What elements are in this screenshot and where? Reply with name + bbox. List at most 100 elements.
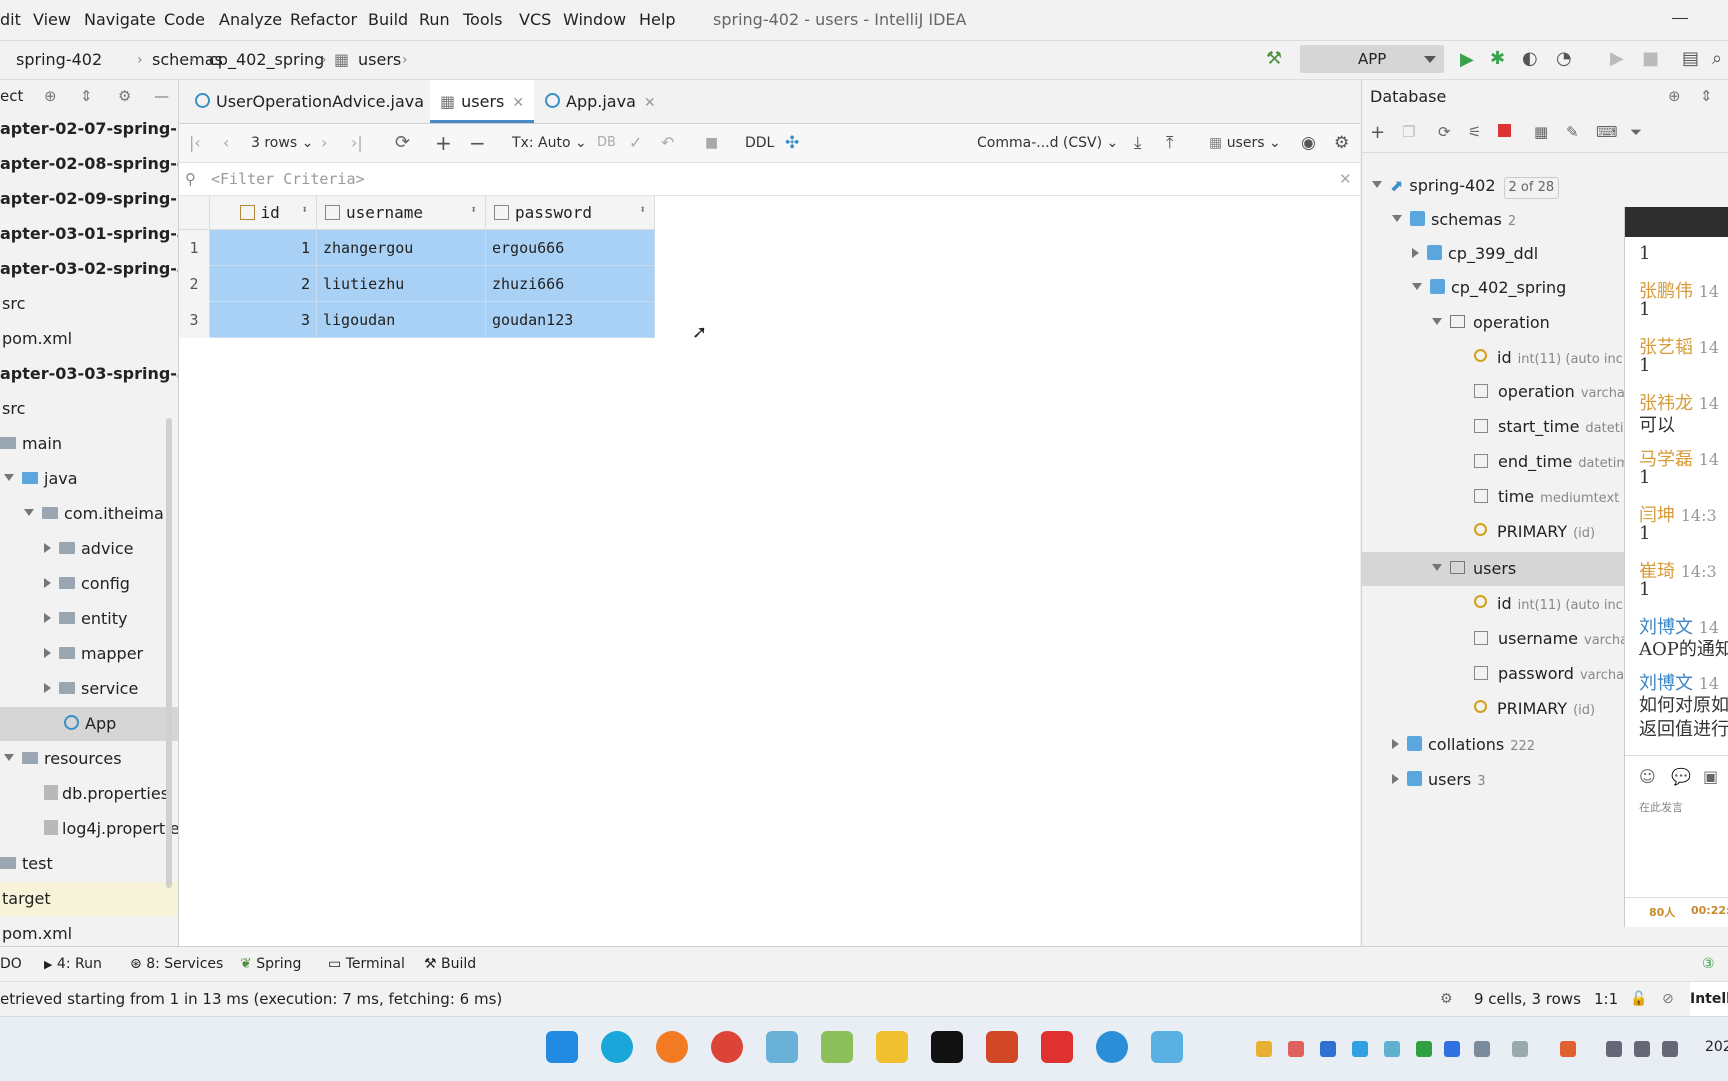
sort-icon[interactable]: ⬍ — [470, 203, 477, 216]
debug-icon[interactable]: ✱ — [1490, 49, 1505, 69]
tool-services[interactable]: ⊛ 8: Services — [130, 947, 223, 981]
input-method-icon[interactable] — [1512, 1041, 1528, 1057]
tree-item-file[interactable]: db.properties — [44, 777, 169, 811]
scrollbar[interactable] — [166, 418, 172, 888]
tool-terminal[interactable]: ▭ Terminal — [328, 947, 405, 981]
gear-icon[interactable]: ⚙ — [1334, 124, 1349, 162]
gear-icon[interactable]: ⚙ — [118, 80, 131, 112]
tree-item-src[interactable]: src — [2, 287, 25, 321]
app-icon[interactable] — [821, 1031, 853, 1063]
tree-item-index[interactable]: PRIMARY (id) — [1474, 692, 1595, 726]
cell-password[interactable]: goudan123 — [485, 301, 655, 338]
tray-icon[interactable] — [1256, 1041, 1272, 1057]
menu-help[interactable]: Help — [639, 0, 675, 40]
tree-item-column[interactable]: id int(11) (auto inc — [1474, 587, 1623, 621]
menu-navigate[interactable]: Navigate — [84, 0, 156, 40]
firefox-icon[interactable] — [656, 1031, 688, 1063]
tool-build[interactable]: ⚒ Build — [424, 947, 476, 981]
prev-page-icon[interactable]: ‹ — [223, 124, 229, 162]
stop-icon[interactable]: ■ — [1642, 49, 1659, 69]
table-row[interactable]: 1 1 zhangergou ergou666 — [179, 229, 655, 266]
tree-item-file[interactable]: log4j.properties — [44, 812, 178, 846]
cloud-app-icon[interactable] — [1151, 1031, 1183, 1063]
clock[interactable]: 202 — [1705, 1039, 1728, 1055]
tree-item-src[interactable]: src — [2, 392, 25, 426]
cell-id[interactable]: 3 — [209, 301, 317, 338]
tray-icon[interactable] — [1288, 1041, 1304, 1057]
tree-item-resources[interactable]: resources — [4, 742, 122, 776]
tray-icon[interactable] — [1384, 1041, 1400, 1057]
table-icon[interactable]: ▦ — [1534, 123, 1548, 141]
file-explorer-icon[interactable] — [876, 1031, 908, 1063]
column-header-id[interactable]: id ⬍ — [209, 196, 317, 230]
tree-item-module[interactable]: apter-03-02-spring-aop — [0, 252, 178, 286]
run-config-select[interactable]: APP — [1300, 45, 1444, 73]
tool-spring[interactable]: ❦ Spring — [240, 947, 301, 981]
tree-item-package[interactable]: config — [44, 567, 130, 601]
cell-username[interactable]: liutiezhu — [316, 265, 486, 302]
image-icon[interactable]: ▣ — [1703, 767, 1718, 786]
console-icon[interactable]: ⌨ — [1596, 123, 1618, 141]
intellij-icon[interactable] — [931, 1031, 963, 1063]
project-view-select[interactable]: ect — [0, 80, 23, 112]
cell-password[interactable]: ergou666 — [485, 229, 655, 266]
upload-icon[interactable]: ⤒ — [1166, 124, 1174, 162]
tree-item-package[interactable]: service — [44, 672, 138, 706]
tree-item-collations[interactable]: collations 222 — [1392, 728, 1535, 762]
tab-app-java[interactable]: App.java ✕ — [539, 80, 662, 123]
filter-criteria-input[interactable]: ⚲ <Filter Criteria> ✕ — [179, 163, 1360, 196]
menu-vcs[interactable]: VCS — [519, 0, 551, 40]
menu-tools[interactable]: Tools — [463, 0, 502, 40]
pin-icon[interactable]: ✣ — [785, 124, 799, 162]
tree-item-column[interactable]: username varcha — [1474, 622, 1628, 656]
menu-code[interactable]: Code — [164, 0, 205, 40]
edge-icon[interactable] — [601, 1031, 633, 1063]
add-icon[interactable]: + — [1370, 122, 1385, 143]
cell-password[interactable]: zhuzi666 — [485, 265, 655, 302]
tree-item-module[interactable]: apter-02-08-spring-di-a — [0, 147, 178, 181]
tree-item-main[interactable]: main — [0, 427, 62, 461]
row-number[interactable]: 3 — [179, 301, 210, 338]
ddl-button[interactable]: DDL — [745, 124, 774, 162]
breadcrumb-table[interactable]: users — [358, 41, 401, 79]
cell-username[interactable]: ligoudan — [316, 301, 486, 338]
intellij-badge[interactable]: Intelli — [1690, 982, 1728, 1016]
tray-icon[interactable] — [1560, 1041, 1576, 1057]
tree-item-table[interactable]: users — [1432, 552, 1516, 586]
tool-run[interactable]: ▶ 4: Run — [44, 947, 102, 982]
tree-item-package[interactable]: mapper — [44, 637, 143, 671]
app-icon[interactable] — [766, 1031, 798, 1063]
tab-users[interactable]: ▦ users ✕ — [430, 80, 535, 123]
close-icon[interactable]: ✕ — [512, 95, 524, 111]
tree-item-index[interactable]: PRIMARY (id) — [1474, 515, 1595, 549]
locate-icon[interactable]: ⊕ — [44, 80, 57, 112]
menu-refactor[interactable]: Refactor — [290, 0, 357, 40]
row-number[interactable]: 2 — [179, 265, 210, 302]
microphone-icon[interactable] — [1474, 1041, 1490, 1057]
tree-item-schemas[interactable]: schemas 2 — [1392, 203, 1516, 237]
collapse-icon[interactable]: ⇕ — [1700, 87, 1713, 105]
clear-icon[interactable]: ✕ — [1339, 163, 1352, 195]
cell-id[interactable]: 1 — [209, 229, 317, 266]
stop-icon[interactable] — [1498, 124, 1511, 137]
tray-icon[interactable] — [1320, 1041, 1336, 1057]
event-log-icon[interactable]: ③ — [1702, 947, 1715, 981]
tree-item-column[interactable]: time mediumtext — [1474, 480, 1619, 514]
search-everywhere-icon[interactable]: ⌕ — [1712, 49, 1722, 69]
commit-icon[interactable]: ✓ — [629, 124, 642, 162]
chrome-icon[interactable] — [711, 1031, 743, 1063]
no-entry-icon[interactable]: ⊘ — [1662, 982, 1674, 1016]
first-page-icon[interactable]: |‹ — [189, 124, 201, 162]
column-header-password[interactable]: password ⬍ — [485, 196, 655, 230]
next-page-icon[interactable]: › — [321, 124, 327, 162]
tree-item-package[interactable]: advice — [44, 532, 134, 566]
tree-item-pom[interactable]: pom.xml — [2, 917, 72, 946]
breadcrumb-project[interactable]: spring-402 — [16, 41, 102, 79]
chat-bubble-icon[interactable]: 💬 — [1671, 767, 1691, 786]
tray-icon[interactable] — [1352, 1041, 1368, 1057]
breadcrumb-schema[interactable]: cp_402_spring — [209, 41, 324, 79]
schema-icon[interactable]: ⚟ — [1468, 123, 1481, 141]
table-row[interactable]: 2 2 liutiezhu zhuzi666 — [179, 265, 655, 302]
resume-icon[interactable]: ▶ — [1610, 49, 1624, 69]
tree-item-datasource[interactable]: ⬈ spring-402 2 of 28 — [1372, 169, 1560, 203]
